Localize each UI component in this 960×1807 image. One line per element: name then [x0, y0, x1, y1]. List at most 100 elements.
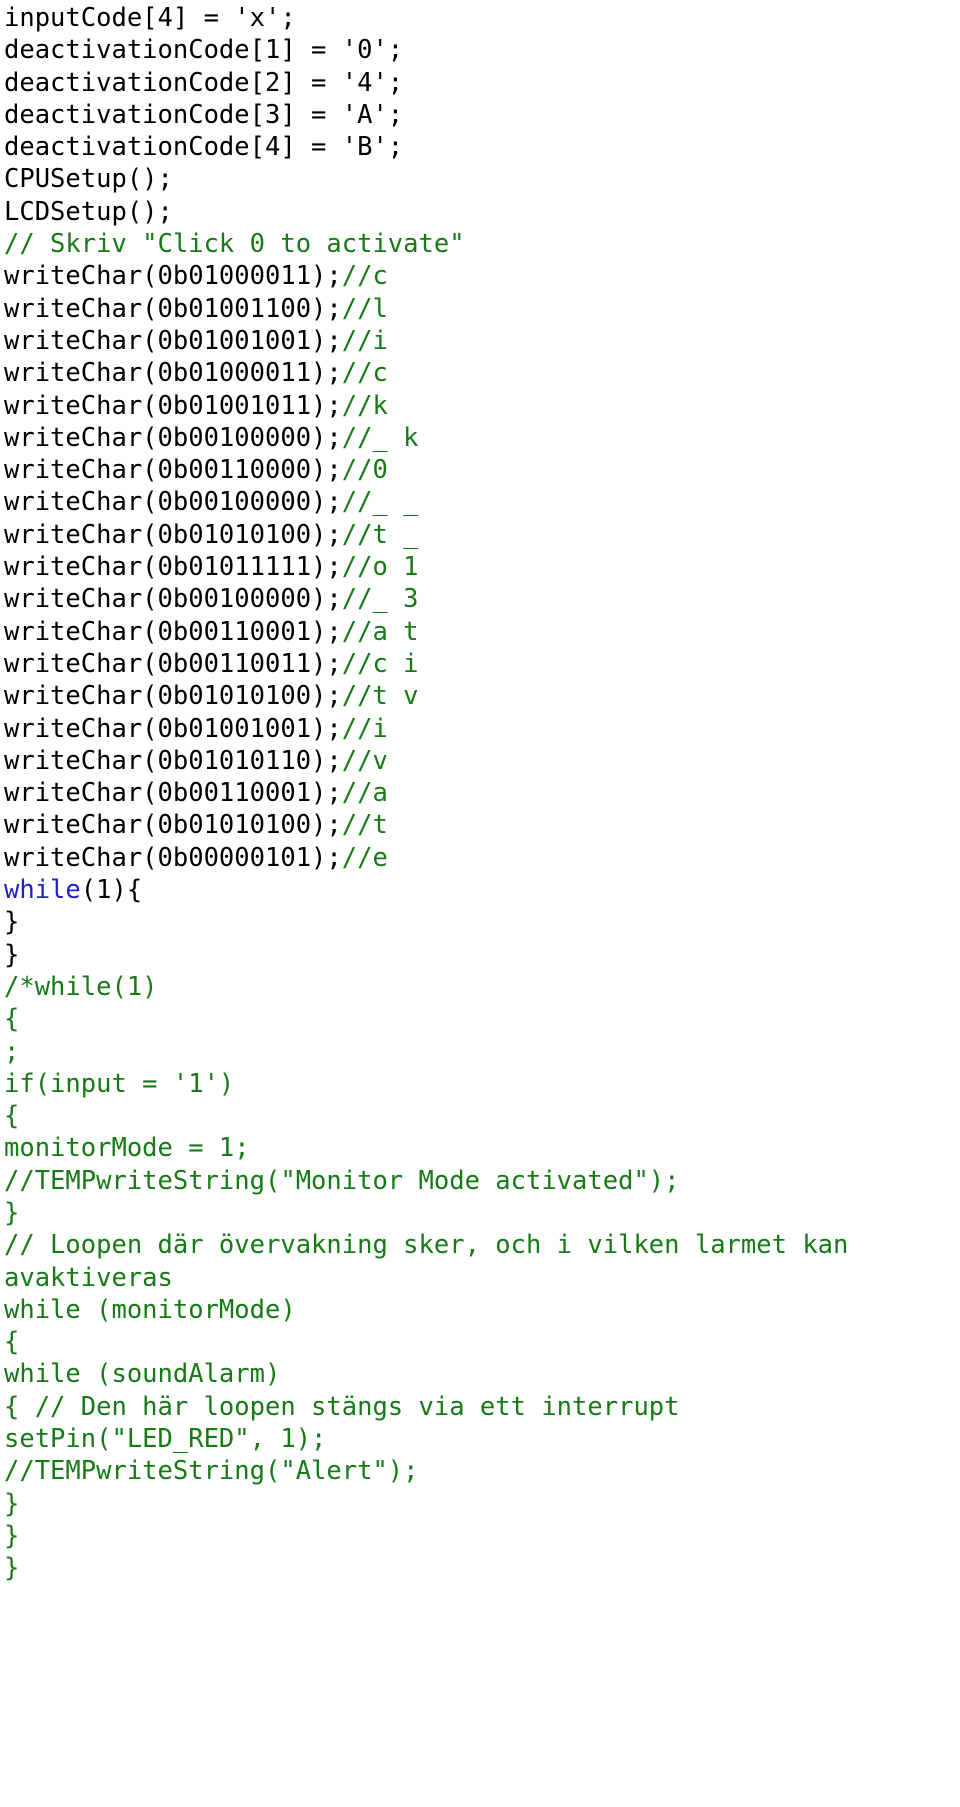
code-token-comment: //i: [341, 713, 388, 744]
code-token-comment: //_ 3: [341, 584, 419, 615]
code-token-plain: deactivationCode[4] = 'B';: [4, 132, 404, 163]
code-line: }: [4, 1197, 960, 1229]
code-token-comment: }: [4, 1553, 20, 1584]
code-token-plain: writeChar(0b00110000);: [4, 455, 342, 486]
code-token-comment: }: [4, 1520, 20, 1551]
code-line: writeChar(0b00110011);//c i: [4, 648, 960, 680]
code-token-comment: /*while(1): [4, 971, 158, 1002]
code-token-comment: //t: [341, 810, 388, 841]
code-line: writeChar(0b01010100);//t: [4, 809, 960, 841]
code-line: /*while(1): [4, 971, 960, 1003]
code-token-plain: writeChar(0b01010100);: [4, 681, 342, 712]
code-token-plain: deactivationCode[2] = '4';: [4, 67, 404, 98]
code-line: monitorMode = 1;: [4, 1132, 960, 1164]
code-token-comment: {: [4, 1004, 20, 1035]
code-token-plain: writeChar(0b00110001);: [4, 616, 342, 647]
code-line: }: [4, 1552, 960, 1584]
code-token-plain: writeChar(0b01011111);: [4, 552, 342, 583]
code-token-plain: LCDSetup();: [4, 196, 173, 227]
code-line: //TEMPwriteString("Alert");: [4, 1455, 960, 1487]
code-line: CPUSetup();: [4, 163, 960, 195]
code-line: writeChar(0b00100000);//_ 3: [4, 583, 960, 615]
code-token-plain: (1){: [80, 875, 143, 906]
code-line: // Skriv "Click 0 to activate": [4, 228, 960, 260]
code-token-comment: //a t: [341, 616, 419, 647]
code-token-comment: //t v: [341, 681, 419, 712]
code-token-comment: //0: [341, 455, 388, 486]
code-line: while (soundAlarm): [4, 1358, 960, 1390]
code-line: writeChar(0b00110000);//0: [4, 454, 960, 486]
code-line: writeChar(0b00110001);//a: [4, 777, 960, 809]
code-token-comment: {: [4, 1101, 20, 1132]
code-token-plain: writeChar(0b01000011);: [4, 261, 342, 292]
code-token-comment: while (monitorMode): [4, 1294, 296, 1325]
code-token-comment: //e: [341, 842, 388, 873]
code-token-comment: setPin("LED_RED", 1);: [4, 1424, 327, 1455]
code-line: {: [4, 1100, 960, 1132]
code-line: writeChar(0b00100000);//_ k: [4, 422, 960, 454]
code-token-plain: writeChar(0b01010100);: [4, 810, 342, 841]
code-line: }: [4, 906, 960, 938]
code-token-comment: //c i: [341, 648, 419, 679]
code-token-plain: deactivationCode[1] = '0';: [4, 35, 404, 66]
code-line: inputCode[4] = 'x';: [4, 2, 960, 34]
code-line: deactivationCode[1] = '0';: [4, 34, 960, 66]
code-token-plain: writeChar(0b01001100);: [4, 293, 342, 324]
code-token-plain: writeChar(0b01010100);: [4, 519, 342, 550]
code-token-comment: //c: [341, 261, 388, 292]
code-line: if(input = '1'): [4, 1068, 960, 1100]
code-token-comment: //_ _: [341, 487, 419, 518]
code-line: {: [4, 1003, 960, 1035]
code-line: writeChar(0b01010100);//t _: [4, 519, 960, 551]
code-token-comment: //TEMPwriteString("Monitor Mode activate…: [4, 1165, 680, 1196]
code-line: // Loopen där övervakning sker, och i vi…: [4, 1229, 960, 1294]
code-line: writeChar(0b01000011);//c: [4, 260, 960, 292]
code-token-comment: monitorMode = 1;: [4, 1133, 250, 1164]
code-token-comment: //l: [341, 293, 388, 324]
code-token-plain: writeChar(0b01001011);: [4, 390, 342, 421]
code-line: writeChar(0b00000101);//e: [4, 842, 960, 874]
code-listing[interactable]: inputCode[4] = 'x'; deactivationCode[1] =…: [0, 0, 960, 1585]
code-token-plain: }: [4, 939, 20, 970]
code-token-plain: writeChar(0b00100000);: [4, 422, 342, 453]
code-token-plain: writeChar(0b01010110);: [4, 745, 342, 776]
code-line: {: [4, 1326, 960, 1358]
code-token-keyword: while: [4, 875, 81, 906]
code-token-comment: //k: [341, 390, 388, 421]
code-token-comment: //_ k: [341, 422, 419, 453]
code-line: }: [4, 1520, 960, 1552]
code-line: writeChar(0b01001001);//i: [4, 713, 960, 745]
code-token-plain: writeChar(0b00100000);: [4, 584, 342, 615]
code-line: writeChar(0b01001011);//k: [4, 390, 960, 422]
code-token-comment: // Loopen där övervakning sker, och i vi…: [4, 1230, 864, 1293]
code-line: writeChar(0b01010100);//t v: [4, 680, 960, 712]
code-line: deactivationCode[3] = 'A';: [4, 99, 960, 131]
code-token-plain: writeChar(0b00100000);: [4, 487, 342, 518]
code-token-plain: writeChar(0b00110001);: [4, 778, 342, 809]
code-line: setPin("LED_RED", 1);: [4, 1423, 960, 1455]
code-token-plain: writeChar(0b01001001);: [4, 325, 342, 356]
code-line: writeChar(0b01000011);//c: [4, 357, 960, 389]
code-line: while(1){: [4, 874, 960, 906]
code-line: writeChar(0b00100000);//_ _: [4, 486, 960, 518]
code-token-plain: writeChar(0b00110011);: [4, 648, 342, 679]
code-line: //TEMPwriteString("Monitor Mode activate…: [4, 1165, 960, 1197]
code-token-comment: if(input = '1'): [4, 1068, 235, 1099]
code-line: writeChar(0b01001001);//i: [4, 325, 960, 357]
code-line: ;: [4, 1036, 960, 1068]
code-token-comment: }: [4, 1488, 20, 1519]
code-token-comment: // Skriv "Click 0 to activate": [4, 229, 465, 260]
code-line: deactivationCode[4] = 'B';: [4, 131, 960, 163]
code-token-plain: inputCode[4] = 'x';: [4, 3, 296, 33]
code-line: writeChar(0b01010110);//v: [4, 745, 960, 777]
code-token-plain: writeChar(0b01000011);: [4, 358, 342, 389]
code-token-plain: }: [4, 907, 20, 938]
code-token-comment: //t _: [341, 519, 419, 550]
code-line: LCDSetup();: [4, 196, 960, 228]
code-line: while (monitorMode): [4, 1294, 960, 1326]
code-token-comment: //o 1: [341, 552, 419, 583]
code-token-comment: }: [4, 1197, 20, 1228]
code-token-comment: //TEMPwriteString("Alert");: [4, 1456, 419, 1487]
code-token-comment: //v: [341, 745, 388, 776]
code-token-comment: { // Den här loopen stängs via ett inter…: [4, 1391, 680, 1422]
